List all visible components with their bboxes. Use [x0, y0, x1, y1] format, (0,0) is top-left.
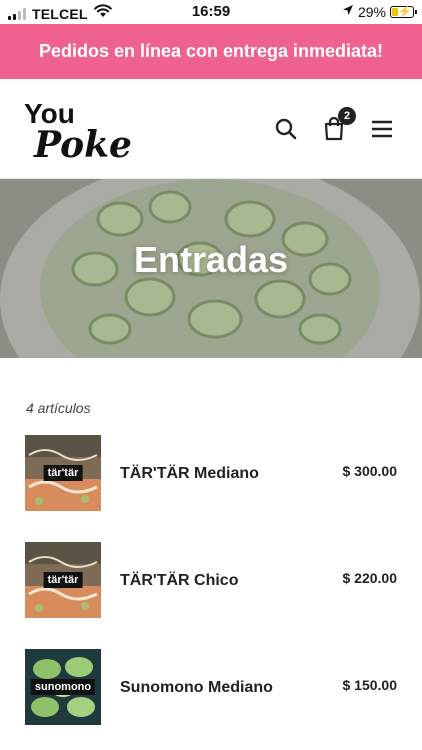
status-bar: TELCEL 16:59 29% ⚡ — [0, 0, 422, 24]
promo-banner[interactable]: Pedidos en línea con entrega inmediata! — [0, 24, 422, 79]
product-image[interactable]: tär'tär — [25, 542, 101, 618]
product-name[interactable]: TÄR'TÄR Mediano — [120, 465, 259, 483]
product-image-label: tär'tär — [43, 465, 83, 481]
cart-icon[interactable]: 2 — [322, 107, 356, 141]
product-item[interactable]: tär'tär TÄR'TÄR Chico $ 220.00 — [0, 542, 422, 622]
youpoke-logo[interactable]: You Poke — [24, 97, 144, 163]
banner-text: Pedidos en línea con entrega inmediata! — [38, 41, 384, 61]
product-count: 4 artículos — [26, 400, 91, 416]
collection-hero: Entradas — [0, 179, 422, 358]
product-price: $ 220.00 — [342, 570, 398, 586]
product-name[interactable]: TÄR'TÄR Chico — [120, 572, 238, 590]
battery-charging-icon: ⚡ — [390, 6, 417, 18]
menu-icon[interactable] — [370, 117, 394, 141]
battery-percent: 29% — [357, 4, 386, 20]
product-image[interactable]: tär'tär — [25, 435, 101, 511]
header-icons: 2 — [274, 107, 394, 141]
cart-count-badge: 2 — [338, 107, 356, 125]
status-right: 29% ⚡ — [342, 3, 417, 21]
product-name[interactable]: Sunomono Mediano — [120, 679, 273, 697]
product-image-label: tär'tär — [43, 572, 83, 588]
product-price: $ 300.00 — [342, 463, 398, 479]
product-image[interactable]: sunomono — [25, 649, 101, 725]
location-arrow-icon — [342, 3, 354, 21]
product-item[interactable]: tär'tär TÄR'TÄR Mediano $ 300.00 — [0, 435, 422, 515]
product-item[interactable]: sunomono Sunomono Mediano $ 150.00 — [0, 649, 422, 729]
search-icon[interactable] — [274, 117, 298, 141]
collection-title: Entradas — [133, 239, 289, 280]
svg-text:Poke: Poke — [33, 124, 132, 163]
product-price: $ 150.00 — [342, 677, 398, 693]
site-header: You Poke 2 — [0, 79, 422, 179]
product-image-label: sunomono — [30, 679, 96, 695]
